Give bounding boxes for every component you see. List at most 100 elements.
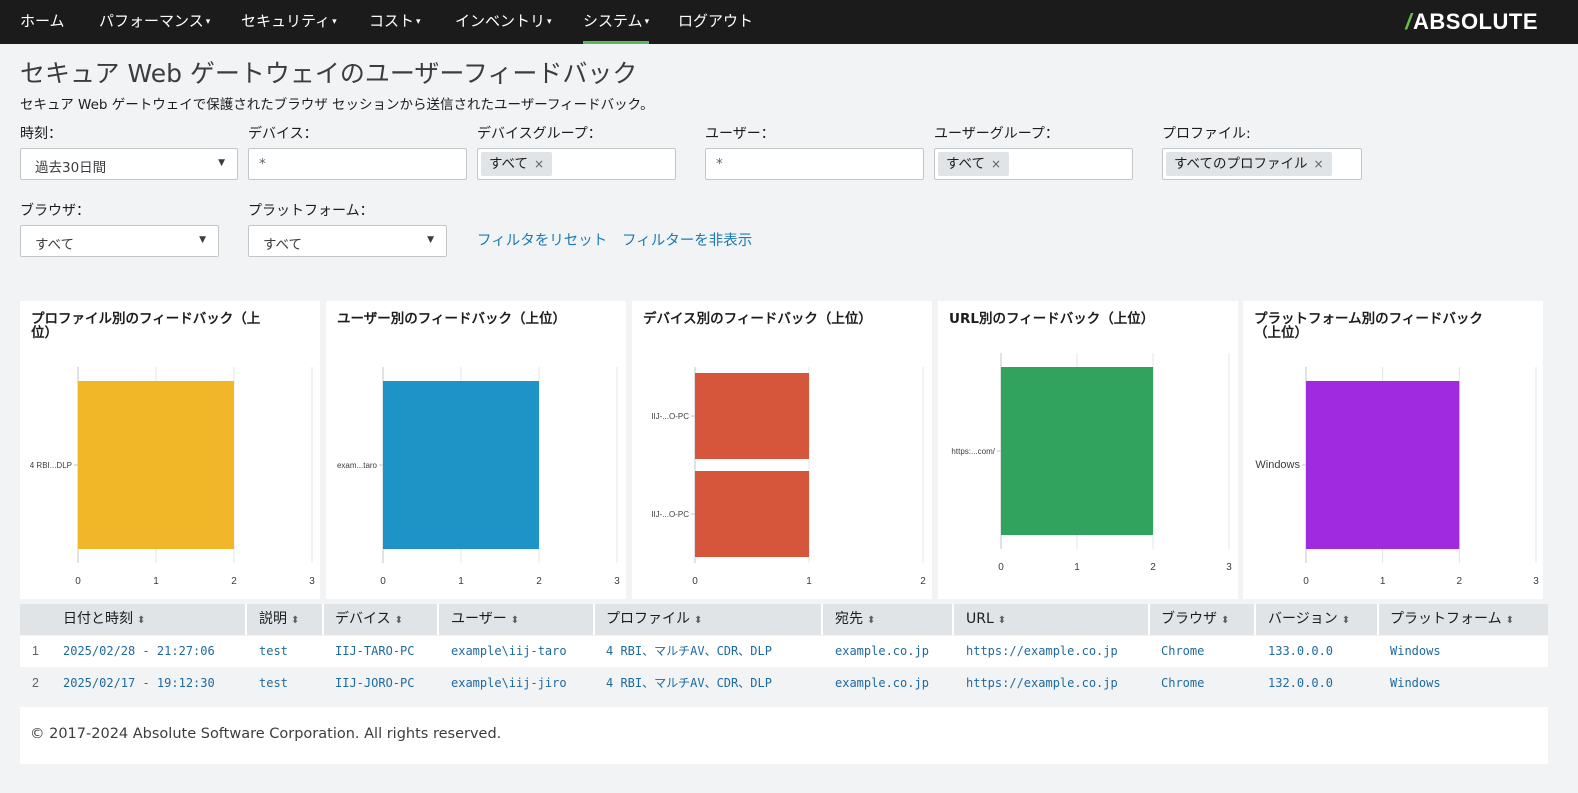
cell-datetime[interactable]: 2025/02/28 - 21:27:06 xyxy=(63,636,215,667)
user-group-filter-multiselect[interactable]: すべて × xyxy=(934,148,1133,180)
platform-filter-label: プラットフォーム： xyxy=(248,203,374,219)
nav-security[interactable]: セキュリティ ▾ xyxy=(241,0,337,44)
platform-feedback-chart-card: プラットフォーム別のフィードバック（上位） 0 1 2 3 Windows xyxy=(1243,301,1543,599)
x-tick-label: 3 xyxy=(1226,562,1232,573)
x-tick-label: 1 xyxy=(1380,576,1386,587)
profile-tag: すべてのプロファイル × xyxy=(1166,152,1332,176)
y-category-label: exam...taro xyxy=(337,461,378,470)
nav-home[interactable]: ホーム xyxy=(20,0,65,44)
cell-datetime[interactable]: 2025/02/17 - 19:12:30 xyxy=(63,668,215,699)
device-feedback-chart: 0 1 2 IIJ-...O-PC IIJ-...O-PC xyxy=(651,367,926,587)
x-tick-label: 3 xyxy=(614,576,620,587)
device-group-tag: すべて × xyxy=(481,152,553,176)
cell-description[interactable]: test xyxy=(259,668,288,699)
y-category-label: 4 RBI...DLP xyxy=(30,461,72,470)
copyright-text: © 2017-2024 Absolute Software Corporatio… xyxy=(30,726,502,742)
x-tick-label: 2 xyxy=(536,576,542,587)
x-tick-label: 3 xyxy=(309,576,315,587)
bar[interactable] xyxy=(383,381,539,549)
cell-platform[interactable]: Windows xyxy=(1390,668,1441,699)
column-header-version[interactable]: バージョン ⬍ xyxy=(1268,604,1350,635)
nav-cost[interactable]: コスト ▾ xyxy=(369,0,421,44)
sort-icon: ⬍ xyxy=(1505,615,1514,626)
table-row: 1 2025/02/28 - 21:27:06 test IIJ-TARO-PC… xyxy=(20,636,1548,667)
column-header-device[interactable]: デバイス ⬍ xyxy=(335,604,403,635)
cell-destination[interactable]: example.co.jp xyxy=(835,636,929,667)
cell-device[interactable]: IIJ-JORO-PC xyxy=(335,668,414,699)
sort-icon: ⬍ xyxy=(510,615,520,626)
cell-url[interactable]: https://example.co.jp xyxy=(966,668,1118,699)
bar[interactable] xyxy=(1001,367,1153,535)
cell-description[interactable]: test xyxy=(259,636,288,667)
time-filter-select[interactable]: 過去30日間 ▼ xyxy=(20,148,238,180)
column-header-destination[interactable]: 宛先 ⬍ xyxy=(835,604,875,635)
user-filter-label: ユーザー： xyxy=(705,126,775,142)
device-group-filter-label: デバイスグループ： xyxy=(477,126,602,142)
row-number: 1 xyxy=(32,644,39,658)
x-tick-label: 0 xyxy=(380,576,386,587)
profile-feedback-chart-card: プロファイル別のフィードバック（上位） 01234 RBI...DLP xyxy=(20,301,320,599)
x-tick-label: 3 xyxy=(1533,576,1539,587)
nav-logout[interactable]: ログアウト xyxy=(678,0,753,44)
cell-user[interactable]: example\iij-taro xyxy=(451,636,567,667)
cell-profile[interactable]: 4 RBI、マルチAV、CDR、DLP xyxy=(606,636,772,667)
device-filter-input[interactable]: * xyxy=(248,148,467,180)
top-navigation-bar: ホーム パフォーマンス ▾ セキュリティ ▾ コスト ▾ インベントリ ▾ システム ▾ … xyxy=(0,0,1578,44)
bar[interactable] xyxy=(78,381,234,549)
x-tick-label: 2 xyxy=(1150,562,1156,573)
cell-browser[interactable]: Chrome xyxy=(1161,668,1204,699)
x-tick-label: 1 xyxy=(806,576,812,587)
bar[interactable] xyxy=(695,471,809,557)
x-tick-label: 0 xyxy=(998,562,1004,573)
close-icon[interactable]: × xyxy=(534,157,544,171)
row-number: 2 xyxy=(32,676,39,690)
nav-inventory[interactable]: インベントリ ▾ xyxy=(455,0,552,44)
table-row: 2 2025/02/17 - 19:12:30 test IIJ-JORO-PC… xyxy=(20,668,1548,699)
cell-destination[interactable]: example.co.jp xyxy=(835,668,929,699)
cell-version[interactable]: 132.0.0.0 xyxy=(1268,668,1333,699)
sort-icon: ⬍ xyxy=(291,615,300,626)
sort-icon: ⬍ xyxy=(1221,615,1230,626)
bar[interactable] xyxy=(1306,381,1460,549)
x-tick-label: 1 xyxy=(153,576,159,587)
column-header-browser[interactable]: ブラウザ ⬍ xyxy=(1161,604,1229,635)
profile-filter-multiselect[interactable]: すべてのプロファイル × xyxy=(1162,148,1362,180)
sort-icon: ⬍ xyxy=(1341,615,1351,626)
cell-profile[interactable]: 4 RBI、マルチAV、CDR、DLP xyxy=(606,668,772,699)
cell-version[interactable]: 133.0.0.0 xyxy=(1268,636,1333,667)
absolute-logo[interactable]: /ABSOLUTE xyxy=(1405,9,1538,35)
cell-platform[interactable]: Windows xyxy=(1390,636,1441,667)
column-header-platform[interactable]: プラットフォーム ⬍ xyxy=(1390,604,1514,635)
chevron-down-icon: ▾ xyxy=(205,17,211,27)
close-icon[interactable]: × xyxy=(1314,157,1324,171)
close-icon[interactable]: × xyxy=(991,157,1001,171)
y-category-label: Windows xyxy=(1255,459,1300,471)
cell-user[interactable]: example\iij-jiro xyxy=(451,668,567,699)
cell-url[interactable]: https://example.co.jp xyxy=(966,636,1118,667)
column-header-user[interactable]: ユーザー ⬍ xyxy=(451,604,519,635)
x-tick-label: 0 xyxy=(692,576,698,587)
x-tick-label: 2 xyxy=(920,576,926,587)
column-header-datetime[interactable]: 日付と時刻 ⬍ xyxy=(63,604,145,635)
reset-filters-link[interactable]: フィルタをリセット xyxy=(477,229,607,250)
user-feedback-chart-card: ユーザー別のフィードバック（上位） 0 1 2 3 exam...taro xyxy=(326,301,626,599)
page-subtitle: セキュア Web ゲートウェイで保護されたブラウザ セッションから送信されたユー… xyxy=(20,97,654,113)
bar[interactable] xyxy=(695,373,809,459)
nav-performance[interactable]: パフォーマンス ▾ xyxy=(99,0,210,44)
device-group-filter-multiselect[interactable]: すべて × xyxy=(477,148,676,180)
platform-filter-select[interactable]: すべて ▼ xyxy=(248,225,447,257)
browser-filter-select[interactable]: すべて ▼ xyxy=(20,225,219,257)
cell-browser[interactable]: Chrome xyxy=(1161,636,1204,667)
column-header-url[interactable]: URL ⬍ xyxy=(966,604,1006,635)
page-title: セキュア Web ゲートウェイのユーザーフィードバック xyxy=(20,59,638,88)
hide-filters-link[interactable]: フィルターを非表示 xyxy=(622,229,752,250)
nav-system[interactable]: システム ▾ xyxy=(583,0,650,44)
y-category-label: IIJ-...O-PC xyxy=(651,412,689,421)
column-header-profile[interactable]: プロファイル ⬍ xyxy=(606,604,702,635)
x-tick-label: 1 xyxy=(1074,562,1080,573)
url-feedback-chart: 0 1 2 3 https:...com/ xyxy=(951,353,1232,573)
column-header-description[interactable]: 説明 ⬍ xyxy=(259,604,299,635)
user-filter-input[interactable]: * xyxy=(705,148,924,180)
time-filter-label: 時刻： xyxy=(20,126,62,142)
cell-device[interactable]: IIJ-TARO-PC xyxy=(335,636,414,667)
